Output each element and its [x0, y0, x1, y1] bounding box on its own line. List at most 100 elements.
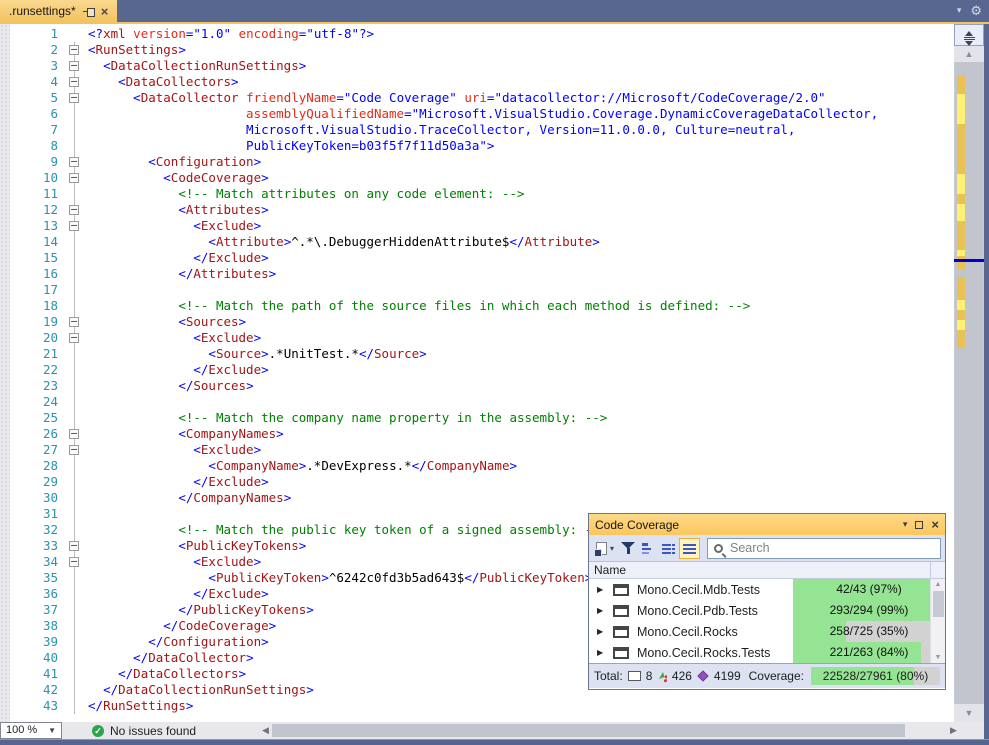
code-line: 18 <!-- Match the path of the source fil… [0, 298, 954, 314]
modified-line-mark [957, 124, 965, 174]
line-number: 21 [0, 346, 58, 362]
code-text: <DataCollectionRunSettings> [88, 58, 306, 74]
fold-line [74, 410, 75, 426]
float-window-icon[interactable] [915, 521, 923, 529]
fold-margin [58, 122, 88, 138]
tab-overflow-icon[interactable]: ▾ [957, 6, 962, 16]
table-row[interactable]: ▶Mono.Cecil.Rocks258/725 (35%) [589, 621, 945, 642]
code-text: <Exclude> [88, 442, 261, 458]
pin-icon[interactable] [83, 7, 94, 16]
fold-margin [58, 650, 88, 666]
modified-line-mark [957, 75, 965, 94]
code-coverage-panel: Code Coverage ▾ × ▾ Search Name ▶Mono.Ce… [588, 513, 946, 690]
fold-collapse-icon[interactable] [69, 205, 79, 215]
code-text: <!-- Match the public key token of a sig… [88, 522, 607, 538]
expander-icon[interactable]: ▶ [597, 606, 605, 615]
panel-scroll-thumb[interactable] [933, 591, 944, 617]
fold-collapse-icon[interactable] [69, 541, 79, 551]
fold-line [74, 282, 75, 298]
fold-collapse-icon[interactable] [69, 333, 79, 343]
search-box[interactable]: Search [707, 538, 941, 559]
fold-collapse-icon[interactable] [69, 61, 79, 71]
expander-icon[interactable]: ▶ [597, 585, 605, 594]
code-line: 30 </CompanyNames> [0, 490, 954, 506]
window-menu-icon[interactable]: ▾ [903, 519, 908, 530]
expander-icon[interactable]: ▶ [597, 648, 605, 657]
fold-margin [58, 234, 88, 250]
fold-collapse-icon[interactable] [69, 317, 79, 327]
fold-margin [58, 106, 88, 122]
scrollbar-track[interactable] [954, 62, 984, 704]
code-text: <Source>.*UnitTest.*</Source> [88, 346, 427, 362]
close-panel-icon[interactable]: × [931, 518, 939, 531]
fold-collapse-icon[interactable] [69, 77, 79, 87]
code-line: 22 </Exclude> [0, 362, 954, 378]
panel-title-bar[interactable]: Code Coverage ▾ × [589, 514, 945, 535]
table-row[interactable]: ▶Mono.Cecil.Pdb.Tests293/294 (99%) [589, 600, 945, 621]
column-header-row: Name [589, 562, 945, 579]
code-text: </DataCollector> [88, 650, 254, 666]
table-row[interactable]: ▶Mono.Cecil.Mdb.Tests42/43 (97%) [589, 579, 945, 600]
expander-icon[interactable]: ▶ [597, 627, 605, 636]
scroll-right-arrow-icon[interactable]: ▶ [950, 722, 957, 739]
fold-margin [58, 522, 88, 538]
horizontal-scroll-thumb[interactable] [272, 724, 905, 737]
scroll-up-arrow-icon[interactable]: ▲ [954, 46, 984, 62]
fold-margin [58, 154, 88, 170]
view-flat-button[interactable] [679, 538, 700, 559]
fold-collapse-icon[interactable] [69, 445, 79, 455]
view-grouped-button[interactable] [639, 538, 658, 559]
fold-margin [58, 458, 88, 474]
zoom-select[interactable]: 100 % ▼ [0, 722, 62, 739]
code-text: <Exclude> [88, 554, 261, 570]
filter-button[interactable] [618, 538, 638, 559]
fold-collapse-icon[interactable] [69, 173, 79, 183]
fold-collapse-icon[interactable] [69, 429, 79, 439]
total-coverage-cell: 22528/27961 (80%) [811, 667, 940, 685]
split-editor-handle[interactable] [954, 24, 984, 46]
panel-scroll-down-icon[interactable]: ▼ [931, 652, 945, 663]
close-tab-icon[interactable]: × [101, 5, 109, 18]
editor-bottom-bar: 100 % ▼ ✓ No issues found ◀ ▶ [0, 722, 984, 739]
panel-scroll-up-icon[interactable]: ▲ [931, 579, 945, 590]
coverage-rows: ▶Mono.Cecil.Mdb.Tests42/43 (97%)▶Mono.Ce… [589, 579, 945, 663]
fold-collapse-icon[interactable] [69, 157, 79, 167]
vertical-scrollbar[interactable]: ▲ ▼ [954, 24, 984, 722]
fold-margin [58, 74, 88, 90]
issues-indicator[interactable]: ✓ No issues found [92, 722, 196, 739]
scroll-left-arrow-icon[interactable]: ◀ [262, 722, 269, 739]
code-text: <!-- Match attributes on any code elemen… [88, 186, 525, 202]
fold-margin [58, 330, 88, 346]
view-dashed-button[interactable] [659, 538, 678, 559]
line-number: 20 [0, 330, 58, 346]
fold-margin [58, 634, 88, 650]
code-line: 9 <Configuration> [0, 154, 954, 170]
code-text: </Configuration> [88, 634, 269, 650]
gear-icon[interactable]: ⚙ [970, 4, 982, 19]
line-number: 25 [0, 410, 58, 426]
flat-view-icon [683, 543, 696, 554]
column-header-name[interactable]: Name [589, 562, 930, 578]
code-text: </PublicKeyTokens> [88, 602, 314, 618]
line-number: 1 [0, 26, 58, 42]
dashed-view-icon [662, 543, 675, 554]
total-label: Total: [594, 669, 623, 683]
fold-collapse-icon[interactable] [69, 45, 79, 55]
fold-collapse-icon[interactable] [69, 557, 79, 567]
fold-collapse-icon[interactable] [69, 93, 79, 103]
fold-collapse-icon[interactable] [69, 221, 79, 231]
code-text: </Exclude> [88, 362, 269, 378]
line-number: 23 [0, 378, 58, 394]
issues-message: No issues found [110, 724, 196, 738]
import-results-button[interactable]: ▾ [593, 538, 617, 559]
table-row[interactable]: ▶Mono.Cecil.Rocks.Tests221/263 (84%) [589, 642, 945, 663]
panel-title: Code Coverage [595, 518, 895, 532]
coverage-label: Coverage: [749, 669, 804, 683]
line-number: 12 [0, 202, 58, 218]
fold-margin [58, 346, 88, 362]
panel-scrollbar[interactable]: ▲ ▼ [930, 579, 945, 663]
code-text: <Exclude> [88, 218, 261, 234]
search-icon [714, 544, 723, 553]
scroll-down-arrow-icon[interactable]: ▼ [954, 704, 984, 722]
tab-runsettings[interactable]: .runsettings* × [0, 0, 117, 22]
